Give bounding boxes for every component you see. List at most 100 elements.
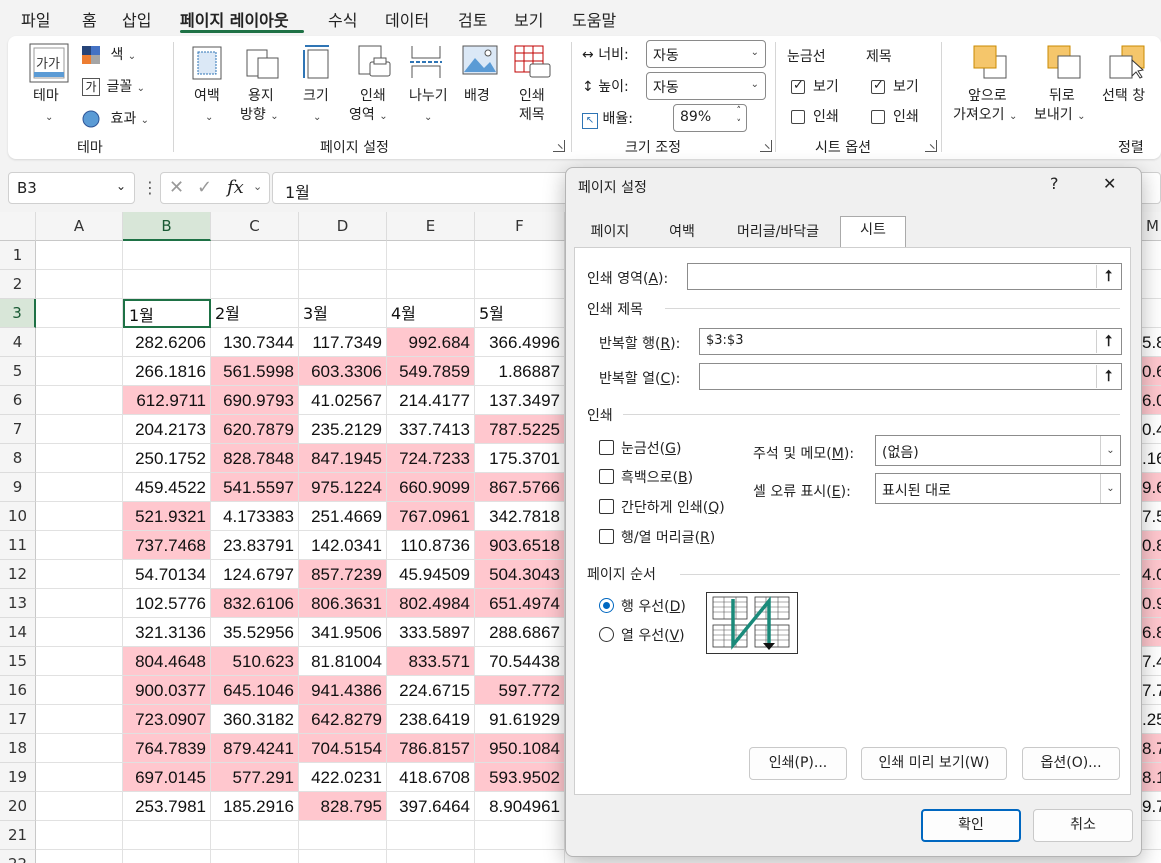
cell-f19[interactable]: 593.9502: [475, 763, 565, 792]
cell-m6[interactable]: 6.0: [1140, 386, 1161, 415]
cell-a19[interactable]: [36, 763, 123, 792]
cell-e17[interactable]: 238.6419: [387, 705, 475, 734]
selection-pane-button[interactable]: [1108, 44, 1148, 84]
cell-b17[interactable]: 723.0907: [123, 705, 211, 734]
spinner-arrows-icon[interactable]: ˄ ˅: [737, 105, 742, 131]
name-box[interactable]: B3 ⌄: [8, 172, 135, 204]
cell-c18[interactable]: 879.4241: [211, 734, 299, 763]
cell-b6[interactable]: 612.9711: [123, 386, 211, 415]
cell-b1[interactable]: [123, 241, 211, 270]
headings-view-checkbox[interactable]: [871, 78, 885, 94]
cell-b15[interactable]: 804.4648: [123, 647, 211, 676]
cell-f10[interactable]: 342.7818: [475, 502, 565, 531]
cell-f14[interactable]: 288.6867: [475, 618, 565, 647]
cell-d4[interactable]: 117.7349: [299, 328, 387, 357]
width-select[interactable]: 자동 ⌄: [646, 40, 766, 68]
cell-c21[interactable]: [211, 821, 299, 850]
cell-a5[interactable]: [36, 357, 123, 386]
rows-to-repeat-input[interactable]: $3:$3 ⭡: [699, 328, 1122, 355]
cell-b13[interactable]: 102.5776: [123, 589, 211, 618]
cell-c7[interactable]: 620.7879: [211, 415, 299, 444]
tab-sheet[interactable]: 시트: [840, 216, 906, 248]
cell-m10[interactable]: 7.5: [1140, 502, 1161, 531]
column-header-a[interactable]: A: [36, 212, 123, 241]
cell-e5[interactable]: 549.7859: [387, 357, 475, 386]
headings-print-checkbox[interactable]: [871, 110, 885, 124]
cell-a11[interactable]: [36, 531, 123, 560]
cell-f4[interactable]: 366.4996: [475, 328, 565, 357]
tab-margins[interactable]: 여백: [648, 219, 716, 248]
cell-a16[interactable]: [36, 676, 123, 705]
cell-a8[interactable]: [36, 444, 123, 473]
row-header-7[interactable]: 7: [0, 415, 36, 444]
menu-file[interactable]: 파일: [21, 7, 50, 31]
cell-f17[interactable]: 91.61929: [475, 705, 565, 734]
row-header-14[interactable]: 14: [0, 618, 36, 647]
cell-e21[interactable]: [387, 821, 475, 850]
row-header-17[interactable]: 17: [0, 705, 36, 734]
cell-m21[interactable]: [1140, 821, 1161, 850]
background-button[interactable]: [462, 44, 498, 82]
cell-c6[interactable]: 690.9793: [211, 386, 299, 415]
ok-button[interactable]: 확인: [921, 809, 1021, 842]
row-header-15[interactable]: 15: [0, 647, 36, 676]
cell-a17[interactable]: [36, 705, 123, 734]
bring-forward-button[interactable]: [972, 44, 1008, 84]
cell-c14[interactable]: 35.52956: [211, 618, 299, 647]
cell-m11[interactable]: 0.8: [1140, 531, 1161, 560]
cell-f22[interactable]: [475, 850, 565, 863]
cell-m4[interactable]: 5.8: [1140, 328, 1161, 357]
cell-d15[interactable]: 81.81004: [299, 647, 387, 676]
collapse-dialog-icon[interactable]: ⭡: [1096, 365, 1120, 388]
cell-d7[interactable]: 235.2129: [299, 415, 387, 444]
cell-errors-select[interactable]: 표시된 대로 ⌄: [875, 473, 1121, 504]
print-area-input[interactable]: ⭡: [687, 263, 1122, 290]
cell-d21[interactable]: [299, 821, 387, 850]
cell-f16[interactable]: 597.772: [475, 676, 565, 705]
cell-a22[interactable]: [36, 850, 123, 863]
cell-c15[interactable]: 510.623: [211, 647, 299, 676]
cell-c17[interactable]: 360.3182: [211, 705, 299, 734]
cell-b4[interactable]: 282.6206: [123, 328, 211, 357]
cell-e10[interactable]: 767.0961: [387, 502, 475, 531]
cell-a3[interactable]: [36, 299, 123, 328]
row-header-19[interactable]: 19: [0, 763, 36, 792]
cell-e8[interactable]: 724.7233: [387, 444, 475, 473]
cell-c4[interactable]: 130.7344: [211, 328, 299, 357]
cell-f15[interactable]: 70.54438: [475, 647, 565, 676]
cell-e9[interactable]: 660.9099: [387, 473, 475, 502]
cancel-icon[interactable]: ✕: [169, 177, 184, 198]
print-titles-button[interactable]: [514, 44, 552, 84]
row-header-4[interactable]: 4: [0, 328, 36, 357]
cell-d10[interactable]: 251.4669: [299, 502, 387, 531]
column-header-b[interactable]: B: [123, 212, 211, 241]
cell-e12[interactable]: 45.94509: [387, 560, 475, 589]
cell-d16[interactable]: 941.4386: [299, 676, 387, 705]
column-header-e[interactable]: E: [387, 212, 475, 241]
sheet-options-launcher-icon[interactable]: [925, 140, 937, 152]
cell-b21[interactable]: [123, 821, 211, 850]
cell-b19[interactable]: 697.0145: [123, 763, 211, 792]
cell-f12[interactable]: 504.3043: [475, 560, 565, 589]
print-area-button[interactable]: [358, 44, 392, 84]
cell-m7[interactable]: 0.4: [1140, 415, 1161, 444]
cell-c20[interactable]: 185.2916: [211, 792, 299, 821]
comments-select[interactable]: (없음) ⌄: [875, 435, 1121, 466]
cell-c12[interactable]: 124.6797: [211, 560, 299, 589]
cell-m20[interactable]: 9.7: [1140, 792, 1161, 821]
options-button[interactable]: 옵션(O)...: [1022, 747, 1120, 780]
cell-c3[interactable]: 2월: [211, 299, 299, 328]
cell-c1[interactable]: [211, 241, 299, 270]
cell-m14[interactable]: 6.8: [1140, 618, 1161, 647]
cell-d18[interactable]: 704.5154: [299, 734, 387, 763]
row-header-10[interactable]: 10: [0, 502, 36, 531]
black-white-checkbox[interactable]: [599, 469, 614, 484]
row-header-8[interactable]: 8: [0, 444, 36, 473]
cell-e14[interactable]: 333.5897: [387, 618, 475, 647]
row-col-headings-checkbox[interactable]: [599, 529, 614, 544]
cell-e4[interactable]: 992.684: [387, 328, 475, 357]
cell-f1[interactable]: [475, 241, 565, 270]
cell-b9[interactable]: 459.4522: [123, 473, 211, 502]
cell-e1[interactable]: [387, 241, 475, 270]
menu-insert[interactable]: 삽입: [122, 7, 151, 31]
